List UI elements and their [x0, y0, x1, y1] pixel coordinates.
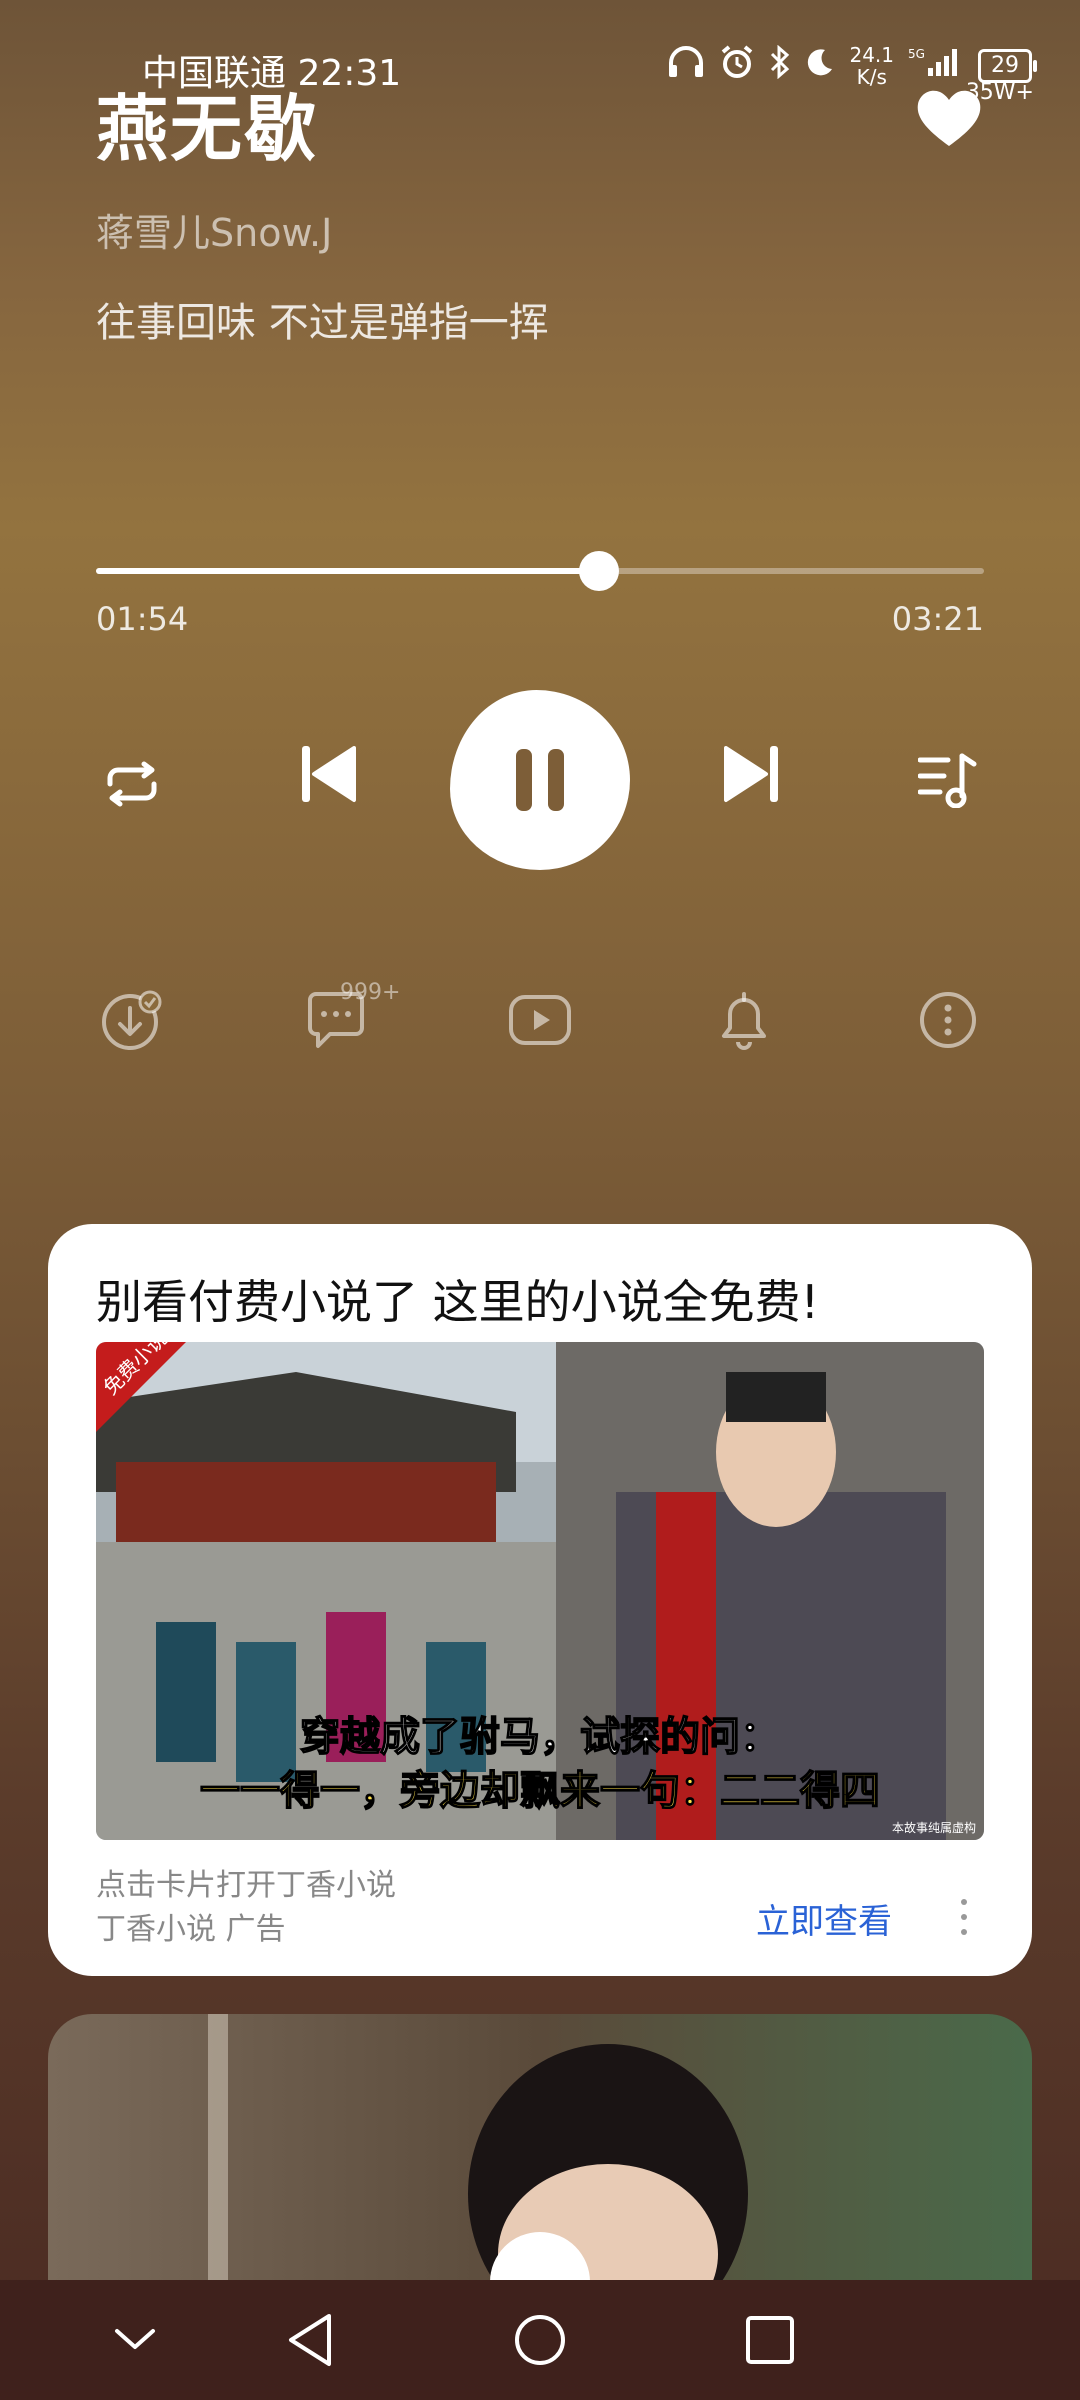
- recents-square-icon: [746, 2316, 794, 2364]
- ad-image[interactable]: 免费小说 穿越成了驸马，试探的问： 一一得一，旁边却飘来一句：二二得四 本故事纯…: [96, 1342, 984, 1840]
- video-play-icon: [509, 995, 571, 1045]
- headphones-icon: [667, 45, 705, 87]
- repeat-icon: [107, 761, 157, 807]
- nav-back-button[interactable]: [270, 2300, 350, 2380]
- collapse-button[interactable]: [95, 2300, 175, 2380]
- pause-icon: [516, 749, 564, 811]
- playlist-button[interactable]: [908, 740, 988, 820]
- comment-count: 999+: [340, 980, 401, 1005]
- like-heart-icon[interactable]: [914, 88, 984, 148]
- back-triangle-icon: [289, 2314, 331, 2366]
- skip-previous-icon: [302, 746, 356, 802]
- nav-recents-button[interactable]: [730, 2300, 810, 2380]
- more-options-button[interactable]: [912, 984, 984, 1056]
- skip-next-icon: [724, 746, 778, 802]
- ad-source: 丁香小说 广告: [96, 1912, 286, 1947]
- download-icon: [102, 990, 162, 1050]
- ad-subtitle: 点击卡片打开丁香小说: [96, 1868, 396, 1903]
- ad-image-caption-2: 一一得一，旁边却飘来一句：二二得四: [200, 1768, 880, 1814]
- progress-thumb[interactable]: [579, 551, 620, 591]
- ad-more-icon[interactable]: [954, 1892, 974, 1942]
- previous-button[interactable]: [288, 734, 368, 814]
- bell-icon: [722, 992, 766, 1050]
- ad-card[interactable]: 别看付费小说了 这里的小说全免费! 免费小说 穿越成了驸马，试探的问： 一一得一…: [48, 1224, 1032, 1976]
- song-title: 燕无歇: [96, 87, 319, 171]
- network-speed: 24.1 K/s: [849, 43, 894, 89]
- ad-title: 别看付费小说了 这里的小说全免费!: [96, 1275, 820, 1329]
- next-button[interactable]: [712, 734, 792, 814]
- progress-fill: [96, 568, 600, 574]
- video-button[interactable]: [504, 984, 576, 1056]
- more-vertical-icon: [920, 992, 976, 1048]
- progress-bar[interactable]: [96, 551, 984, 591]
- current-time: 01:54: [96, 600, 189, 638]
- repeat-button[interactable]: [92, 744, 172, 824]
- pause-button[interactable]: [450, 690, 630, 870]
- home-circle-icon: [515, 2315, 565, 2365]
- battery-indicator: 29: [978, 49, 1037, 83]
- ringtone-button[interactable]: [708, 984, 780, 1056]
- ad-cta-button[interactable]: 立即查看: [756, 1894, 892, 1943]
- ad-image-caption-1: 穿越成了驸马，试探的问：: [300, 1714, 780, 1760]
- ad-image-note: 本故事纯属虚构: [892, 1820, 976, 1835]
- download-button[interactable]: [96, 984, 168, 1056]
- current-lyric[interactable]: 往事回味 不过是弹指一挥: [96, 290, 549, 348]
- chevron-down-icon: [115, 2329, 155, 2349]
- network-type-label: 5G: [908, 47, 925, 61]
- bluetooth-icon: [769, 44, 791, 87]
- artist-name[interactable]: 蒋雪儿Snow.J: [96, 202, 332, 257]
- nav-home-button[interactable]: [500, 2300, 580, 2380]
- total-time: 03:21: [891, 600, 984, 638]
- alarm-icon: [719, 44, 755, 88]
- signal-icon: 5G: [908, 46, 964, 86]
- playlist-icon: [918, 753, 977, 808]
- moon-icon: [805, 47, 835, 85]
